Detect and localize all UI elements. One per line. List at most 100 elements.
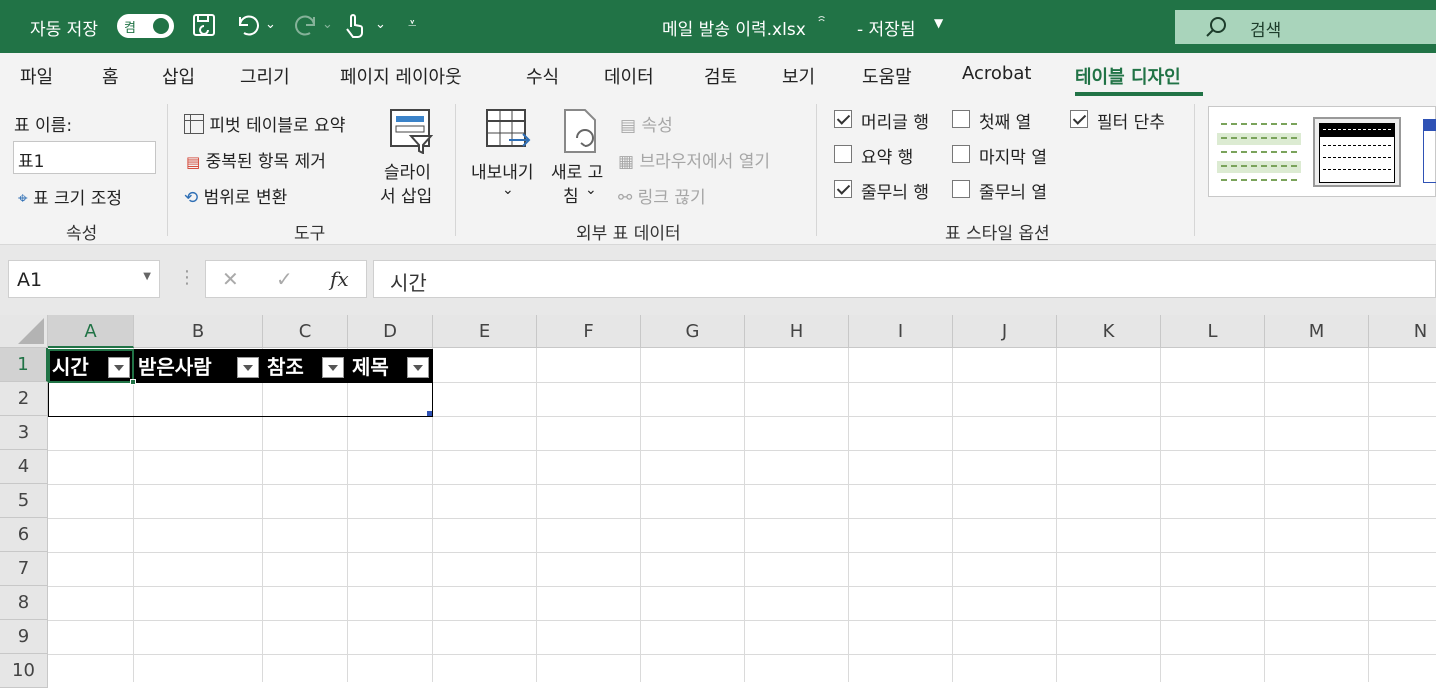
tab-review[interactable]: 검토	[704, 63, 737, 89]
pivot-summarize-button[interactable]: 피벗 테이블로 요약	[184, 111, 345, 136]
table-style-blue[interactable]	[1421, 117, 1436, 187]
column-header[interactable]: M	[1265, 315, 1369, 348]
refresh-label-1: 새로 고	[551, 163, 604, 183]
group-separator	[816, 104, 817, 236]
column-header[interactable]: B	[134, 315, 263, 348]
filter-dropdown-icon[interactable]	[407, 357, 429, 378]
table-header-text: 제목	[352, 355, 389, 379]
name-box[interactable]: A1 ▼	[8, 260, 160, 298]
row-header[interactable]: 1	[0, 348, 48, 382]
row-header[interactable]: 5	[0, 484, 48, 518]
first-column-checkbox[interactable]	[952, 110, 970, 128]
export-icon	[485, 108, 533, 158]
column-header[interactable]: C	[263, 315, 348, 348]
group-style-options-label: 표 스타일 옵션	[945, 224, 1050, 244]
search-placeholder: 검색	[1250, 21, 1282, 41]
search-icon	[1205, 16, 1227, 43]
tab-file[interactable]: 파일	[20, 63, 53, 89]
cancel-icon[interactable]: ✕	[222, 267, 239, 291]
export-button[interactable]: 내보내기 ⌄	[471, 106, 543, 218]
table-style-green[interactable]	[1215, 117, 1303, 187]
remove-duplicates-button[interactable]: ▤ 중복된 항목 제거	[186, 147, 326, 172]
save-status[interactable]: - 저장됨	[857, 15, 915, 40]
refresh-button[interactable]: 새로 고 침 ⌄	[551, 106, 615, 218]
tab-help[interactable]: 도움말	[862, 63, 912, 89]
enter-icon[interactable]: ✓	[276, 267, 293, 291]
tab-insert[interactable]: 삽입	[162, 63, 195, 89]
column-header[interactable]: F	[537, 315, 641, 348]
row-header[interactable]: 3	[0, 416, 48, 450]
slicer-label-2: 서 삽입	[380, 187, 433, 207]
group-separator	[167, 104, 168, 236]
table-resize-handle[interactable]	[427, 411, 432, 416]
active-tab-underline	[1075, 92, 1203, 96]
column-header[interactable]: E	[433, 315, 537, 348]
save-status-dropdown-icon[interactable]: ▼	[934, 16, 943, 30]
customize-toolbar-icon[interactable]: ⩡	[408, 14, 416, 32]
column-header[interactable]: G	[641, 315, 745, 348]
column-header[interactable]: N	[1369, 315, 1436, 348]
insert-function-icon[interactable]: fx	[330, 267, 349, 291]
name-box-dropdown-icon[interactable]: ▼	[143, 271, 151, 282]
group-external-label: 외부 표 데이터	[576, 224, 681, 244]
row-header[interactable]: 8	[0, 586, 48, 620]
last-column-checkbox[interactable]	[952, 145, 970, 163]
table-name-input[interactable]: 표1	[13, 141, 156, 174]
table-header-text: 받은사람	[138, 355, 212, 379]
select-all-button[interactable]	[0, 315, 48, 348]
tab-view[interactable]: 보기	[782, 63, 815, 89]
convert-to-range-label: 범위로 변환	[203, 188, 288, 208]
tab-table-design[interactable]: 테이블 디자인	[1075, 63, 1181, 89]
search-box[interactable]: 검색	[1175, 10, 1436, 44]
save-icon[interactable]	[192, 13, 216, 42]
tab-formulas[interactable]: 수식	[526, 63, 559, 89]
column-header[interactable]: L	[1161, 315, 1265, 348]
tab-home[interactable]: 홈	[102, 63, 119, 89]
total-row-checkbox[interactable]	[834, 145, 852, 163]
touch-dropdown-icon[interactable]: ⌄	[375, 17, 386, 32]
row-header[interactable]: 4	[0, 450, 48, 484]
header-row-checkbox[interactable]	[834, 110, 852, 128]
insert-slicer-button[interactable]: 슬라이 서 삽입	[380, 106, 442, 218]
worksheet-grid[interactable]: A B C D E F G H I J K L M N 1 2 3 4 5 6 …	[0, 315, 1436, 688]
convert-to-range-button[interactable]: ⟲ 범위로 변환	[184, 183, 287, 208]
column-header[interactable]: H	[745, 315, 849, 348]
tab-draw[interactable]: 그리기	[240, 63, 290, 89]
undo-icon[interactable]	[236, 13, 262, 42]
column-header[interactable]: K	[1057, 315, 1161, 348]
resize-table-button[interactable]: ⌖ 표 크기 조정	[18, 184, 122, 209]
column-header[interactable]: J	[953, 315, 1057, 348]
formula-input[interactable]: 시간	[373, 260, 1436, 298]
fill-handle[interactable]	[130, 379, 136, 385]
filter-dropdown-icon[interactable]	[237, 357, 259, 378]
undo-dropdown-icon[interactable]: ⌄	[265, 17, 276, 32]
filter-button-label: 필터 단추	[1097, 113, 1165, 133]
touch-mode-icon[interactable]	[343, 13, 365, 44]
filter-dropdown-icon[interactable]	[322, 357, 344, 378]
resize-table-icon: ⌖	[18, 189, 28, 209]
banded-columns-checkbox[interactable]	[952, 180, 970, 198]
autosave-toggle[interactable]: 켬	[117, 14, 174, 38]
tab-page-layout[interactable]: 페이지 레이아웃	[340, 63, 462, 89]
banded-rows-label: 줄무늬 행	[861, 183, 929, 203]
row-header[interactable]: 10	[0, 654, 48, 688]
open-in-browser-icon: ▦	[618, 152, 635, 172]
tab-data[interactable]: 데이터	[604, 63, 654, 89]
column-header[interactable]: A	[48, 315, 134, 348]
remove-duplicates-icon: ▤	[186, 153, 201, 171]
redo-icon	[292, 13, 318, 42]
column-header[interactable]: I	[849, 315, 953, 348]
tab-acrobat[interactable]: Acrobat	[962, 63, 1031, 84]
formula-bar-grip-icon: ⋮	[178, 267, 196, 288]
filter-button-checkbox[interactable]	[1070, 110, 1088, 128]
row-header[interactable]: 6	[0, 518, 48, 552]
column-header[interactable]: D	[348, 315, 433, 348]
row-header[interactable]: 9	[0, 620, 48, 654]
banded-rows-checkbox[interactable]	[834, 180, 852, 198]
row-header[interactable]: 7	[0, 552, 48, 586]
unlink-label: 링크 끊기	[637, 188, 706, 208]
table-style-black[interactable]	[1313, 117, 1401, 187]
properties-label: 속성	[641, 116, 673, 136]
row-header[interactable]: 2	[0, 382, 48, 416]
convert-to-range-icon: ⟲	[184, 188, 199, 208]
